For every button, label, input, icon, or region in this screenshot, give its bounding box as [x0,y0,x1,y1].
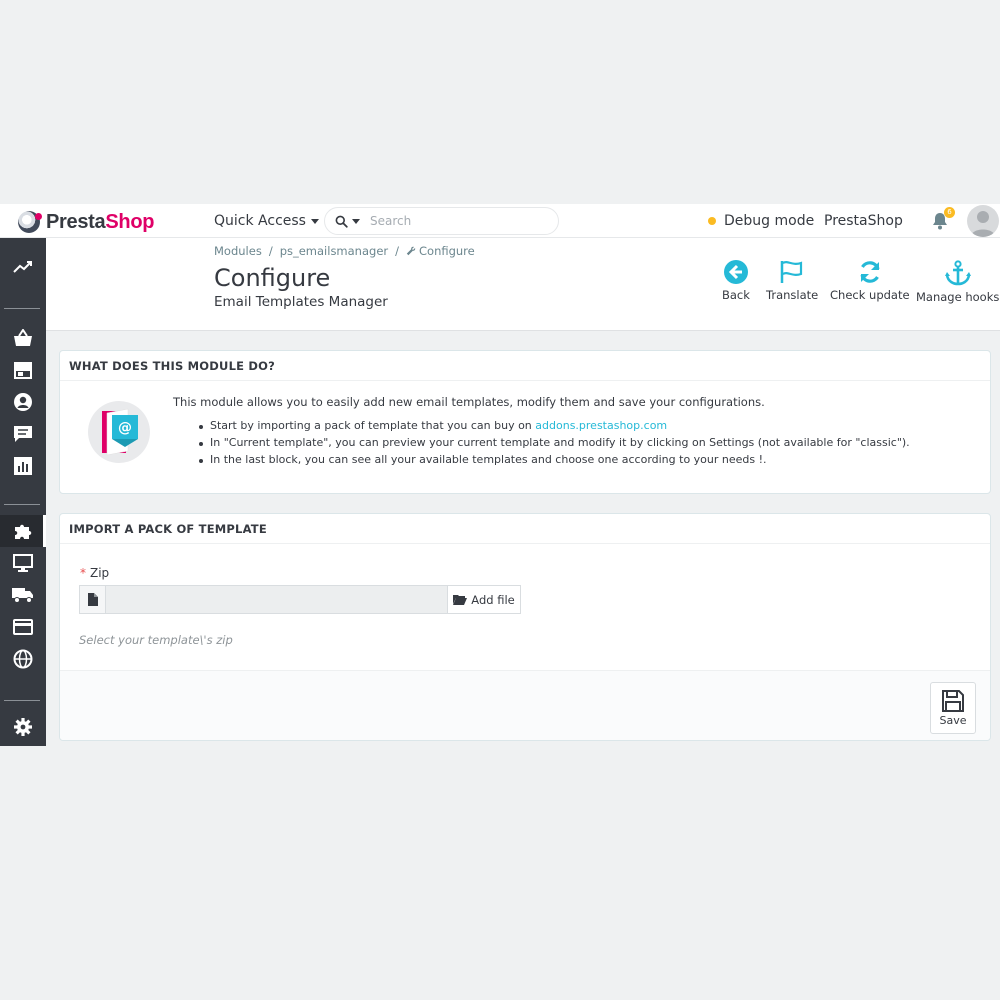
manage-hooks-button[interactable]: Manage hooks [916,260,999,304]
manage-hooks-label: Manage hooks [916,290,1000,304]
flag-icon [780,261,803,283]
sidebar-divider [4,700,40,701]
sidebar-nav [0,238,46,746]
search-type-selector[interactable] [325,215,370,228]
message-icon [14,426,32,442]
breadcrumb: Modules / ps_emailsmanager / Configure [214,244,475,258]
monitor-icon [13,554,33,572]
bar-chart-icon [14,457,32,475]
sidebar-divider [4,308,40,309]
save-button[interactable]: Save [930,682,976,734]
top-header: PrestaShop Quick Access Debug mode Prest… [0,204,1000,238]
quick-access-dropdown[interactable]: Quick Access [214,213,319,229]
zip-label: * Zip [80,566,110,580]
search-input[interactable] [370,214,540,228]
zip-file-input-group: Add file [79,585,521,614]
list-item: In "Current template", you can preview y… [199,436,910,449]
search-icon [335,215,348,228]
add-file-button[interactable]: Add file [447,585,521,614]
refresh-icon [860,261,880,283]
user-avatar-icon [971,211,995,237]
notification-badge: 6 [944,207,955,218]
sidebar-item-orders[interactable] [0,322,46,354]
folder-open-icon [453,595,468,605]
addons-link[interactable]: addons.prestashop.com [535,419,667,432]
list-item: In the last block, you can see all your … [199,453,910,466]
email-template-icon: @ [102,408,138,456]
zip-file-field[interactable] [106,585,447,614]
sidebar-item-dashboard[interactable] [0,251,46,283]
breadcrumb-module[interactable]: ps_emailsmanager [280,244,388,258]
save-label: Save [939,713,967,727]
wrench-icon [406,246,416,256]
quick-access-label: Quick Access [214,213,306,229]
anchor-icon [944,260,971,286]
translate-button[interactable]: Translate [766,260,818,302]
basket-icon [14,329,32,346]
page-toolbar: Modules / ps_emailsmanager / Configure C… [46,238,1000,331]
sidebar-item-messages[interactable] [0,418,46,450]
check-update-button[interactable]: Check update [830,260,910,302]
app-window: PrestaShop Quick Access Debug mode Prest… [0,204,1000,746]
svg-text:@: @ [118,420,132,436]
sidebar-item-customers[interactable] [0,386,46,418]
prestashop-puffin-icon [18,211,42,233]
puzzle-icon [15,524,32,539]
module-logo: @ [88,401,150,463]
sidebar-item-catalog[interactable] [0,354,46,386]
chevron-down-icon [352,218,360,224]
chevron-down-icon [310,218,319,224]
back-button[interactable]: Back [722,260,750,302]
zip-help-text: Select your template\'s zip [79,633,233,647]
sidebar-divider [4,504,40,505]
list-item: Start by importing a pack of template th… [199,419,910,432]
sidebar-item-international[interactable] [0,643,46,675]
user-icon [14,393,32,411]
debug-mode-label: Debug mode [724,213,815,229]
import-template-panel: IMPORT A PACK OF TEMPLATE * Zip Add file … [59,513,991,741]
page-title: Configure [214,264,331,292]
floppy-disk-icon [942,689,964,712]
required-marker: * [80,566,86,580]
breadcrumb-modules[interactable]: Modules [214,244,262,258]
panel-footer: Save [60,670,990,740]
module-description-panel: WHAT DOES THIS MODULE DO? @ This module … [59,350,991,494]
shop-link[interactable]: PrestaShop [824,213,903,229]
sidebar-item-design[interactable] [0,547,46,579]
credit-card-icon [13,619,33,635]
translate-label: Translate [766,288,819,302]
debug-status-dot [708,217,716,225]
module-feature-list: Start by importing a pack of template th… [199,419,910,470]
store-icon [14,362,32,379]
file-icon-addon [79,585,106,614]
back-label: Back [722,288,750,302]
logo-text: PrestaShop [46,210,155,233]
debug-mode-indicator[interactable]: Debug mode [708,213,814,229]
avatar[interactable] [967,205,999,237]
sidebar-item-modules[interactable] [0,515,46,547]
gear-icon [14,718,32,736]
truck-icon [12,588,33,603]
add-file-label: Add file [471,592,515,607]
panel-heading: WHAT DOES THIS MODULE DO? [60,351,990,381]
panel-heading: IMPORT A PACK OF TEMPLATE [60,514,990,544]
check-update-label: Check update [830,288,910,302]
globe-icon [13,649,33,669]
search-box [324,207,559,235]
sidebar-item-shipping[interactable] [0,579,46,611]
module-intro: This module allows you to easily add new… [173,395,765,409]
breadcrumb-separator: / [268,244,273,258]
stats-trend-icon [13,261,32,273]
file-icon [87,593,98,606]
breadcrumb-current: Configure [406,244,475,258]
prestashop-logo[interactable]: PrestaShop [18,208,154,236]
breadcrumb-separator: / [395,244,399,258]
sidebar-item-payment[interactable] [0,611,46,643]
arrow-circle-left-icon [723,260,748,284]
page-subtitle: Email Templates Manager [214,294,388,310]
sidebar-item-stats[interactable] [0,450,46,482]
sidebar-item-configure[interactable] [0,711,46,743]
